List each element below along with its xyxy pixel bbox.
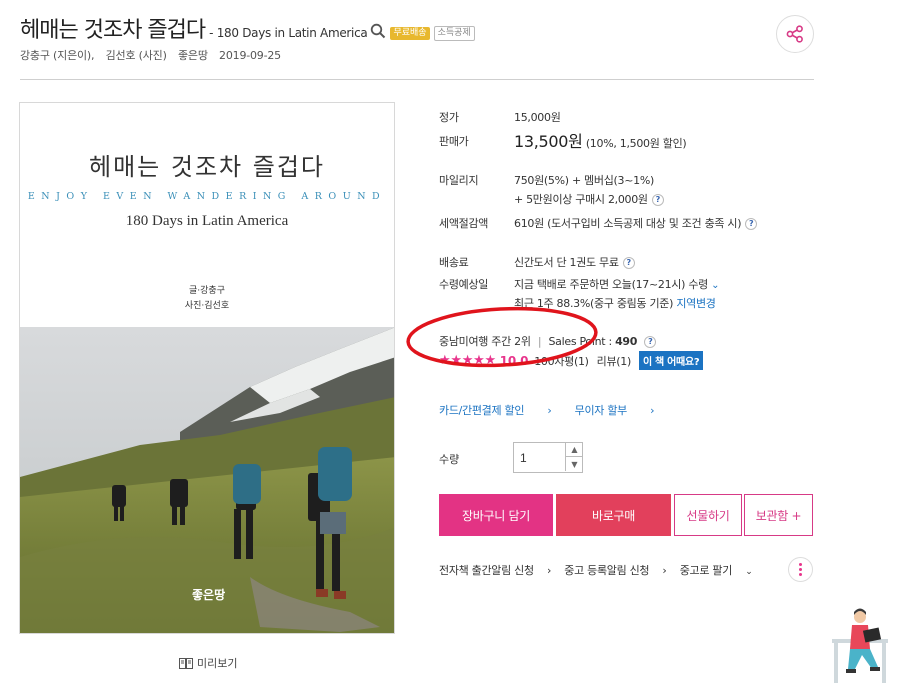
chevron-down-icon[interactable]: ⌄ (711, 280, 719, 291)
page-title: 헤매는 것조차 즐겁다 (20, 18, 206, 43)
list-price: 15,000원 (514, 111, 561, 124)
cover-title: 헤매는 것조차 즐겁다 (89, 153, 325, 181)
book-opinion-button[interactable]: 이 책 어때요? (638, 351, 704, 370)
sales-point-label: Sales Point : (548, 335, 612, 348)
delivery-stat-row: 최근 1주 88.3%(중구 중림동 기준) 지역변경 (514, 295, 716, 311)
preview-label: 미리보기 (197, 657, 238, 670)
delivery-value-row[interactable]: 지금 택배로 주문하면 오늘(17~21시) 수령 ⌄ (514, 276, 720, 292)
cover-english-title: ENJOY EVEN WANDERING AROUND (27, 191, 387, 202)
header-divider (20, 79, 814, 80)
quantity-label: 수량 (439, 453, 460, 466)
help-icon[interactable]: ? (745, 218, 758, 230)
help-icon[interactable]: ? (651, 194, 664, 206)
tax-value: 610원 (도서구입비 소득공제 대상 및 조건 충족 시) (514, 217, 742, 230)
book-cover[interactable]: 헤매는 것조차 즐겁다 ENJOY EVEN WANDERING AROUND … (19, 102, 395, 634)
tax-deduction-badge: 소득공제 (433, 26, 475, 41)
payment-links: 카드/간편결제 할인 › 무이자 할부 › (439, 402, 674, 418)
mileage-line1: 750원(5%) + 멤버십(3~1%) (514, 174, 654, 187)
sale-price-label: 판매가 (439, 135, 469, 148)
short-review-link[interactable]: 100자평(1) (534, 353, 589, 369)
region-change-link[interactable]: 지역변경 (676, 297, 716, 310)
delivery-label: 수령예상일 (439, 278, 489, 291)
quantity-down-button[interactable]: ▼ (565, 457, 583, 471)
shipping-value-row: 신간도서 단 1권도 무료? (514, 254, 635, 270)
help-icon[interactable]: ? (622, 257, 635, 269)
ebook-alert-link[interactable]: 전자책 출간알림 신청 › (439, 564, 551, 577)
star-icon: ★ (484, 353, 496, 368)
title-row: 헤매는 것조차 즐겁다 - 180 Days in Latin America … (20, 12, 475, 44)
list-price-label: 정가 (439, 111, 459, 124)
star-icon: ★ (439, 353, 451, 368)
used-sell-link[interactable]: 중고로 팔기 ⌄ (680, 564, 763, 577)
buy-now-button[interactable]: 바로구매 (556, 494, 671, 536)
tax-value-row: 610원 (도서구입비 소득공제 대상 및 조건 충족 시)? (514, 215, 758, 231)
mileage-line2: + 5만원이상 구매시 2,000원 (514, 193, 648, 206)
star-icon: ★ (473, 353, 485, 368)
star-icon: ★ (450, 353, 462, 368)
installment-link[interactable]: 무이자 할부 › (575, 404, 655, 417)
review-link[interactable]: 리뷰(1) (597, 353, 632, 369)
sale-discount: (10%, 1,500원 할인) (585, 137, 687, 150)
delivery-value: 지금 택배로 주문하면 오늘(17~21시) 수령 (514, 278, 708, 291)
share-icon (786, 25, 803, 43)
publish-date: 2019-09-25 (219, 49, 281, 62)
sale-price-row: 13,500원 (10%, 1,500원 할인) (514, 128, 687, 152)
shipping-value: 신간도서 단 1권도 무료 (514, 256, 619, 269)
cover-writer-credit: 글·강충구 (189, 286, 225, 296)
sales-point: 490 (615, 335, 638, 348)
bottom-links: 전자책 출간알림 신청 › 중고 등록알림 신청 › 중고로 팔기 ⌄ (439, 562, 772, 578)
cover-photo-credit: 사진·김선호 (184, 301, 230, 311)
more-options-button[interactable] (788, 557, 813, 582)
publisher-logo: 좋은땅 (192, 588, 226, 602)
mileage-line2-row: + 5만원이상 구매시 2,000원? (514, 191, 664, 207)
rating-row: ★ ★ ★ ★ ★ 10.0 100자평(1) 리뷰(1) 이 책 어때요? (439, 351, 704, 370)
add-to-cart-button[interactable]: 장바구니 담기 (439, 494, 553, 536)
card-discount-link[interactable]: 카드/간편결제 할인 › (439, 404, 552, 417)
reading-person-illustration[interactable] (830, 605, 892, 686)
author-link[interactable]: 강충구 (지은이), (20, 49, 94, 62)
delivery-stat: 최근 1주 88.3%(중구 중림동 기준) (514, 297, 674, 310)
cover-subtitle: 180 Days in Latin America (125, 213, 289, 229)
quantity-up-button[interactable]: ▲ (565, 443, 583, 457)
gift-button[interactable]: 선물하기 (674, 494, 742, 536)
search-icon[interactable] (370, 23, 386, 39)
used-alert-link[interactable]: 중고 등록알림 신청 › (564, 564, 667, 577)
share-button[interactable] (776, 15, 814, 53)
rating-score: 10.0 (499, 353, 529, 368)
book-icon (179, 657, 193, 669)
page-subtitle: - 180 Days in Latin America (209, 26, 368, 40)
byline: 강충구 (지은이), 김선호 (사진) 좋은땅 2019-09-25 (20, 47, 289, 63)
quantity-stepper: ▲ ▼ (513, 442, 583, 473)
free-shipping-badge: 무료배송 (390, 27, 430, 40)
help-icon[interactable]: ? (644, 336, 657, 348)
preview-button[interactable]: 미리보기 (179, 655, 237, 671)
wishlist-button[interactable]: 보관함 + (744, 494, 813, 536)
photographer-link[interactable]: 김선호 (사진) (106, 49, 167, 62)
sale-price: 13,500원 (514, 132, 583, 151)
tax-label: 세액절감액 (439, 217, 489, 230)
more-icon (799, 563, 802, 566)
sales-rank[interactable]: 중남미여행 주간 2위 (439, 335, 531, 348)
quantity-input[interactable] (514, 443, 564, 472)
sales-rank-row: 중남미여행 주간 2위 | Sales Point : 490 ? (439, 333, 657, 349)
star-icon: ★ (461, 353, 474, 368)
shipping-label: 배송료 (439, 256, 469, 269)
mileage-label: 마일리지 (439, 174, 479, 187)
publisher-link[interactable]: 좋은땅 (178, 49, 208, 62)
